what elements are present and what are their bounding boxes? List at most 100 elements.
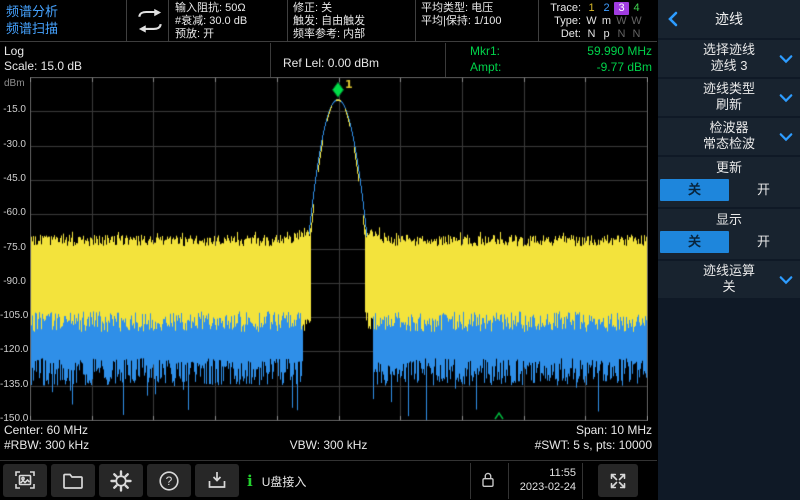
- average-settings: 平均类型: 电压 平均|保持: 1/100: [421, 2, 502, 28]
- marker-ampt-name: Ampt:: [470, 59, 501, 75]
- separator: [168, 0, 169, 42]
- message-text: U盘接入: [262, 473, 307, 490]
- top-settings-bar: 频谱分析 频谱扫描 输入阻抗: 50Ω #衰减: 30.0 dB 预放: 开: [0, 0, 657, 42]
- y-tick-label: -135.0: [0, 379, 26, 391]
- sidebar-item-trace-math[interactable]: 迹线运算关: [658, 261, 800, 298]
- toggle-group: 关开: [660, 179, 798, 201]
- trace-status-grid[interactable]: Trace:1234Type:WmWWDet:NpNN: [543, 2, 644, 41]
- marker-readout: Mkr1: 59.990 MHz Ampt: -9.77 dBm: [460, 43, 652, 75]
- toggle-option-关[interactable]: 关: [660, 179, 729, 201]
- y-tick-label: -150.0: [0, 413, 26, 425]
- trace-2-det[interactable]: p: [599, 28, 614, 41]
- separator: [582, 463, 583, 499]
- sidebar-item-trace-type[interactable]: 迹线类型刷新: [658, 79, 800, 116]
- span[interactable]: Span: 10 MHz: [576, 423, 652, 437]
- average-type: 平均类型: 电压: [421, 2, 502, 15]
- marker-name: Mkr1:: [470, 43, 500, 59]
- toggle-option-开[interactable]: 开: [729, 231, 798, 253]
- fullscreen-button[interactable]: [598, 464, 638, 497]
- spectrum-analyzer-screen: 频谱分析 频谱扫描 输入阻抗: 50Ω #衰减: 30.0 dB 预放: 开: [0, 0, 800, 500]
- item-label: 显示: [658, 209, 800, 231]
- trigger: 触发: 自由触发: [293, 15, 365, 28]
- separator: [287, 0, 288, 42]
- trace-2-num[interactable]: 2: [599, 2, 614, 15]
- marker-frequency: 59.990 MHz: [587, 43, 652, 59]
- attenuation: #衰减: 30.0 dB: [175, 15, 247, 28]
- toggle-group: 关开: [660, 231, 798, 253]
- sidebar-header[interactable]: 迹线: [658, 0, 800, 38]
- marker-amplitude: -9.77 dBm: [597, 59, 652, 75]
- file-browser-button[interactable]: [51, 464, 95, 497]
- mode-indicator[interactable]: 频谱分析 频谱扫描: [6, 3, 58, 37]
- log-label: Log: [4, 44, 24, 58]
- svg-text:?: ?: [166, 474, 173, 488]
- spectrum-canvas[interactable]: [30, 77, 648, 421]
- trace-4-det[interactable]: N: [629, 28, 644, 41]
- trace-3-det[interactable]: N: [614, 28, 629, 41]
- trace-1-type[interactable]: W: [584, 15, 599, 28]
- scale-label[interactable]: Scale: 15.0 dB: [4, 59, 82, 73]
- y-tick-label: -60.0: [0, 207, 26, 219]
- continuous-sweep-icon[interactable]: [132, 8, 168, 34]
- settings-button[interactable]: [99, 464, 143, 497]
- save-icon: [205, 469, 229, 493]
- trigger-settings: 修正: 关 触发: 自由触发 频率参考: 内部: [293, 2, 365, 41]
- scale-row: Log Scale: 15.0 dB Ref Lel: 0.00 dBm Mkr…: [0, 43, 657, 77]
- mode-line-2[interactable]: 频谱扫描: [6, 20, 58, 37]
- chevron-down-icon: [779, 274, 793, 290]
- trace-1-det[interactable]: N: [584, 28, 599, 41]
- ref-level-label[interactable]: Ref Lel: 0.00 dBm: [283, 56, 379, 70]
- y-tick-label: -120.0: [0, 344, 26, 356]
- expand-arrows-icon: [606, 469, 630, 493]
- correction: 修正: 关: [293, 2, 365, 15]
- separator: [508, 463, 509, 499]
- time: 11:55: [514, 466, 576, 480]
- trace-1-num[interactable]: 1: [584, 2, 599, 15]
- separator: [270, 43, 271, 77]
- help-button[interactable]: ?: [147, 464, 191, 497]
- trace-row-label: Type:: [543, 15, 581, 28]
- mode-line-1[interactable]: 频谱分析: [6, 3, 58, 20]
- separator: [415, 0, 416, 42]
- folder-icon: [61, 469, 85, 493]
- trace-row-label: Trace:: [543, 2, 581, 15]
- chevron-left-icon[interactable]: [667, 11, 678, 30]
- bottom-toolbar: ? i U盘接入 11:55: [0, 460, 657, 500]
- y-tick-label: -75.0: [0, 242, 26, 254]
- toggle-option-关[interactable]: 关: [660, 231, 729, 253]
- lock-indicator[interactable]: [478, 469, 498, 496]
- settings-gear-icon: [109, 469, 133, 493]
- date: 2023-02-24: [514, 480, 576, 494]
- trace-4-num[interactable]: 4: [629, 2, 644, 15]
- input-impedance: 输入阻抗: 50Ω: [175, 2, 247, 15]
- measurement-pane: 频谱分析 频谱扫描 输入阻抗: 50Ω #衰减: 30.0 dB 预放: 开: [0, 0, 657, 500]
- sidebar-item-select-trace[interactable]: 选择迹线迹线 3: [658, 40, 800, 77]
- info-icon: i: [247, 472, 253, 490]
- y-tick-label: -30.0: [0, 139, 26, 151]
- trace-2-type[interactable]: m: [599, 15, 614, 28]
- trace-4-type[interactable]: W: [629, 15, 644, 28]
- screenshot-button[interactable]: [3, 464, 47, 497]
- separator: [126, 0, 127, 42]
- average-hold: 平均|保持: 1/100: [421, 15, 502, 28]
- chevron-down-icon: [779, 53, 793, 69]
- screenshot-icon: [13, 469, 37, 493]
- clock[interactable]: 11:55 2023-02-24: [514, 466, 576, 494]
- sidebar-item-display[interactable]: 显示关开: [658, 209, 800, 259]
- separator: [538, 0, 539, 42]
- system-message: i U盘接入: [247, 461, 306, 500]
- center-frequency[interactable]: Center: 60 MHz: [4, 423, 88, 437]
- preamp: 预放: 开: [175, 28, 247, 41]
- sidebar-item-update[interactable]: 更新关开: [658, 157, 800, 207]
- trace-3-type[interactable]: W: [614, 15, 629, 28]
- separator: [445, 43, 446, 77]
- help-icon: ?: [157, 469, 181, 493]
- freq-reference: 频率参考: 内部: [293, 28, 365, 41]
- save-button[interactable]: [195, 464, 239, 497]
- separator: [470, 463, 471, 499]
- toggle-option-开[interactable]: 开: [729, 179, 798, 201]
- sidebar-item-detector[interactable]: 检波器常态检波: [658, 118, 800, 155]
- y-tick-label: -105.0: [0, 310, 26, 322]
- trace-3-num[interactable]: 3: [614, 2, 629, 15]
- sweep-time[interactable]: #SWT: 5 s, pts: 10000: [535, 438, 652, 452]
